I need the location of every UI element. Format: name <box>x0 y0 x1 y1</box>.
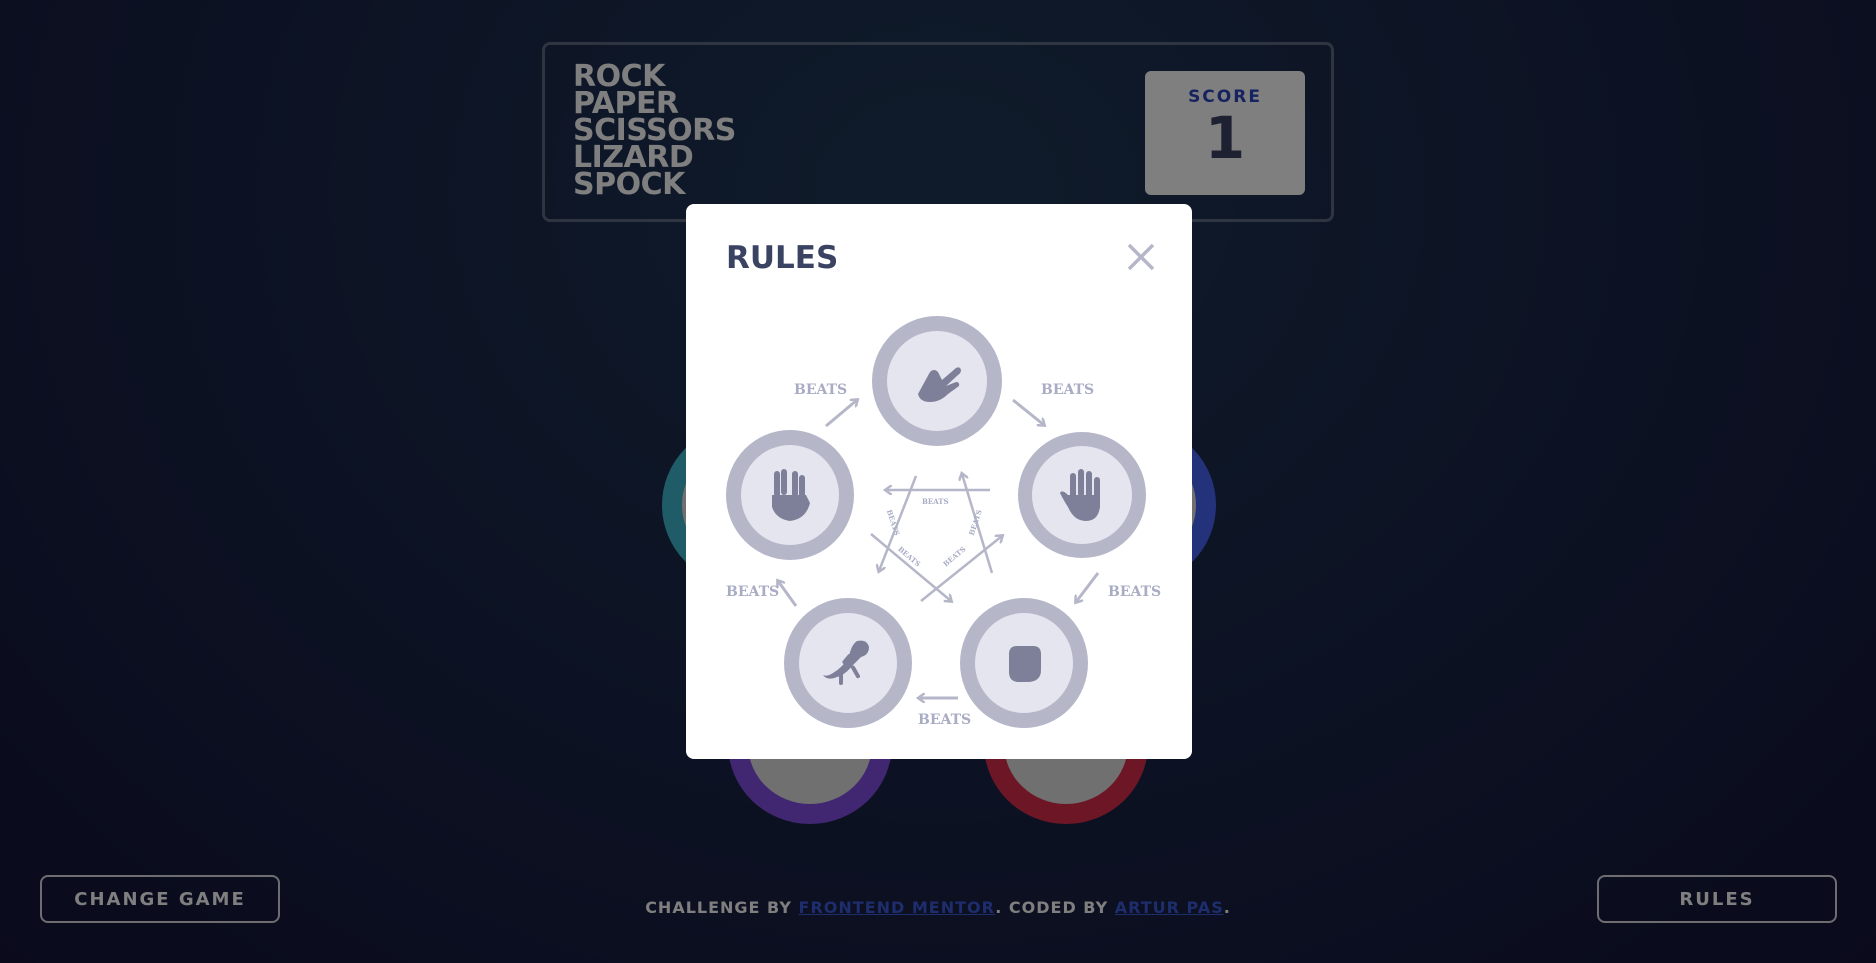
beats-label-inner-1: BEATS <box>922 497 949 506</box>
rule-circle-scissors <box>872 316 1002 446</box>
rule-circle-spock <box>726 430 854 560</box>
arrow-lizard-to-spock <box>778 581 798 607</box>
paper-hand-icon <box>1060 469 1100 521</box>
beats-label-rock-lizard: BEATS <box>918 712 972 728</box>
beats-label-lizard-spock: BEATS <box>726 584 780 600</box>
arrow-paper-to-rock <box>1076 572 1100 602</box>
arrow-spock-to-scissors <box>825 400 857 428</box>
lizard-icon <box>823 640 869 685</box>
scissors-hand-icon <box>918 367 961 402</box>
beats-label-spock-scissors: BEATS <box>794 382 848 398</box>
arrow-spock-to-rock <box>870 533 951 601</box>
rule-circle-paper <box>1018 432 1146 558</box>
rule-circle-lizard <box>784 598 912 728</box>
beats-label-paper-rock: BEATS <box>1108 584 1162 600</box>
beats-label-scissors-paper: BEATS <box>1041 382 1095 398</box>
rules-modal: RULES BEATS BEATS BEATS BEATS BEATS BEAT… <box>686 204 1192 759</box>
spock-hand-icon <box>772 469 810 521</box>
rule-circle-rock <box>960 598 1088 728</box>
rock-fist-icon <box>1009 646 1041 682</box>
arrow-scissors-to-paper <box>1012 398 1044 425</box>
